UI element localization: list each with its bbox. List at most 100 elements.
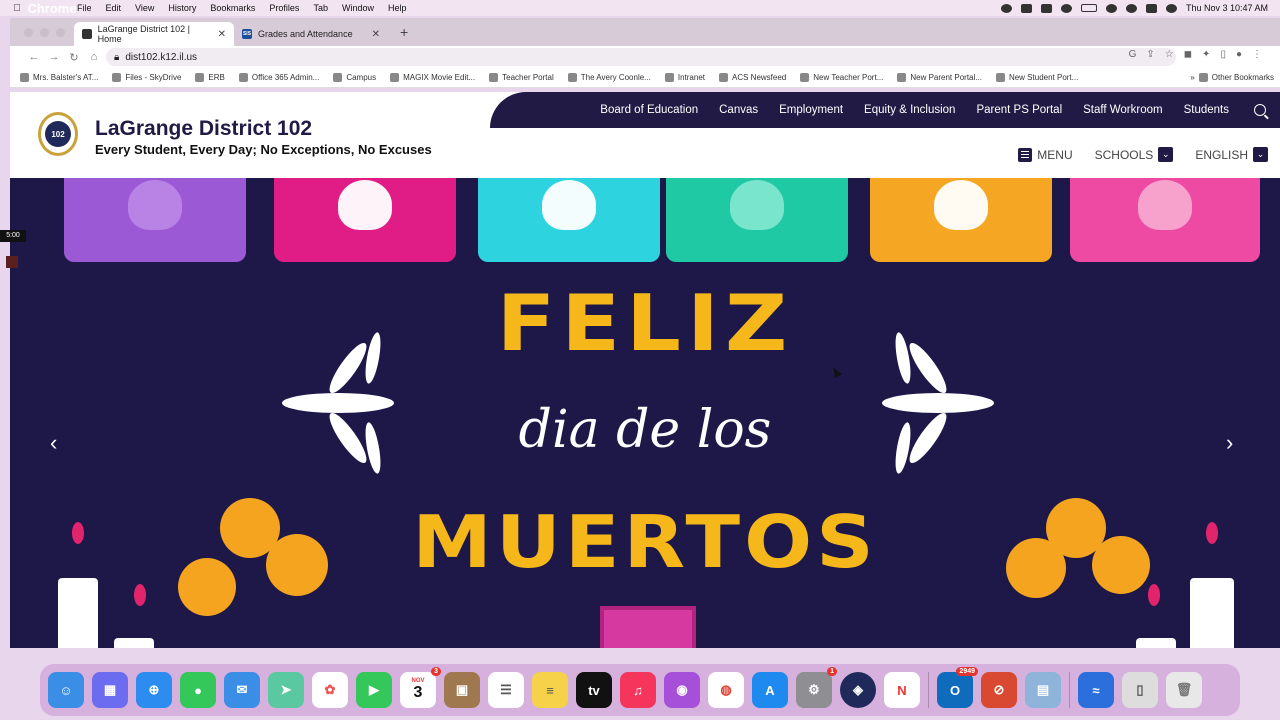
status-gear-icon[interactable]: [1000, 3, 1012, 13]
bookmark-item[interactable]: New Student Port...: [995, 73, 1078, 82]
system-preferences-icon[interactable]: ⚙ 1: [796, 667, 837, 708]
bookmark-item[interactable]: ERB: [195, 73, 225, 82]
new-tab-plus-icon[interactable]: +: [400, 24, 408, 40]
schools-dropdown[interactable]: SCHOOLS ⌄: [1095, 147, 1174, 162]
bookmark-item[interactable]: ACS Newsfeed: [719, 73, 786, 82]
menu-bookmarks[interactable]: Bookmarks: [203, 3, 262, 13]
more-menu-icon[interactable]: ⋮: [1252, 49, 1262, 60]
nav-board-of-education[interactable]: Board of Education: [600, 104, 698, 116]
menu-profiles[interactable]: Profiles: [262, 3, 306, 13]
wifi-icon[interactable]: [1105, 3, 1117, 13]
bookmark-item[interactable]: Files - SkyDrive: [112, 73, 181, 82]
bookmark-item[interactable]: Teacher Portal: [489, 73, 554, 82]
bookmark-star-icon[interactable]: ☆: [1165, 49, 1174, 60]
search-icon[interactable]: [1254, 104, 1266, 116]
menu-tab[interactable]: Tab: [306, 3, 335, 13]
preview-icon[interactable]: ▤: [1025, 672, 1061, 708]
menu-history[interactable]: History: [161, 3, 203, 13]
nav-employment[interactable]: Employment: [779, 104, 843, 116]
app-store-icon[interactable]: A: [752, 672, 788, 708]
downloads-folder-icon[interactable]: ≈: [1078, 672, 1114, 708]
back-arrow-icon[interactable]: ←: [24, 51, 44, 63]
other-bookmarks[interactable]: » Other Bookmarks: [1190, 73, 1280, 82]
bookmark-item[interactable]: New Teacher Port...: [800, 73, 883, 82]
minimize-window-button[interactable]: [40, 28, 49, 37]
tab-grades-attendance[interactable]: SIS Grades and Attendance ✕: [234, 22, 388, 46]
status-app-icon[interactable]: [1020, 3, 1032, 13]
documents-stack-icon[interactable]: ▯: [1122, 672, 1158, 708]
battery-icon[interactable]: [1080, 4, 1097, 12]
profile-avatar-icon[interactable]: ●: [1236, 49, 1242, 60]
launchpad-icon[interactable]: ▦: [92, 672, 128, 708]
outlook-icon[interactable]: O 2949: [937, 667, 978, 708]
bookmark-item[interactable]: New Parent Portal...: [897, 73, 982, 82]
close-tab-icon[interactable]: ✕: [218, 29, 226, 40]
zoom-window-button[interactable]: [56, 28, 65, 37]
stop-recording-icon[interactable]: [6, 256, 18, 268]
bookmark-item[interactable]: Mrs. Balster's AT...: [20, 73, 98, 82]
recording-timer[interactable]: 5:00: [0, 230, 26, 242]
status-drive-icon[interactable]: [1040, 3, 1052, 13]
menu-help[interactable]: Help: [381, 3, 414, 13]
menu-bar-clock[interactable]: Thu Nov 3 10:47 AM: [1186, 3, 1268, 13]
trash-icon[interactable]: 🗑︎: [1166, 672, 1202, 708]
puzzle-extensions-icon[interactable]: ✦: [1202, 49, 1210, 60]
nav-canvas[interactable]: Canvas: [719, 104, 758, 116]
google-icon[interactable]: G: [1129, 49, 1137, 60]
reminders-icon[interactable]: ☰: [488, 672, 524, 708]
calendar-icon[interactable]: NOV 3 3: [400, 667, 441, 708]
contacts-icon[interactable]: ▣: [444, 672, 480, 708]
maps-icon[interactable]: ➤: [268, 672, 304, 708]
menu-edit[interactable]: Edit: [99, 3, 129, 13]
podcasts-icon[interactable]: ◉: [664, 672, 700, 708]
control-center-icon[interactable]: [1145, 3, 1157, 13]
share-icon[interactable]: ⇪: [1146, 49, 1154, 60]
nav-students[interactable]: Students: [1184, 104, 1229, 116]
carousel-prev-arrow-icon[interactable]: ‹: [50, 430, 57, 456]
bookmark-item[interactable]: Campus: [333, 73, 376, 82]
remote-app-icon[interactable]: ⊘: [981, 672, 1017, 708]
facetime-icon[interactable]: ▶: [356, 672, 392, 708]
nav-parent-ps-portal[interactable]: Parent PS Portal: [976, 104, 1062, 116]
apple-tv-icon[interactable]: tv: [576, 672, 612, 708]
carousel-next-arrow-icon[interactable]: ›: [1226, 430, 1233, 456]
bookmark-item[interactable]: Office 365 Admin...: [238, 73, 319, 82]
language-dropdown[interactable]: ENGLISH ⌄: [1195, 147, 1268, 162]
notes-icon[interactable]: ≡: [532, 672, 568, 708]
reload-icon[interactable]: ↻: [64, 51, 84, 64]
menu-button[interactable]: MENU: [1018, 147, 1073, 162]
district-app-icon[interactable]: ◈: [840, 672, 876, 708]
nav-equity-inclusion[interactable]: Equity & Inclusion: [864, 104, 955, 116]
bookmark-item[interactable]: The Avery Coonle...: [567, 73, 651, 82]
close-window-button[interactable]: [24, 28, 33, 37]
spotlight-search-icon[interactable]: [1125, 3, 1137, 13]
news-icon[interactable]: N: [884, 672, 920, 708]
bookmark-item[interactable]: MAGIX Movie Edit...: [390, 73, 475, 82]
address-bar[interactable]: 🔒︎ dist102.k12.il.us: [106, 48, 1176, 66]
chrome-icon[interactable]: ◍: [708, 672, 744, 708]
menu-window[interactable]: Window: [335, 3, 381, 13]
tab-district-home[interactable]: LaGrange District 102 | Home ✕: [74, 22, 234, 46]
bookmark-item[interactable]: Intranet: [664, 73, 705, 82]
side-panel-icon[interactable]: ▯: [1220, 49, 1226, 60]
extension-icon[interactable]: ◼: [1184, 49, 1192, 60]
siri-icon[interactable]: [1165, 3, 1177, 13]
tab-title: LaGrange District 102 | Home: [97, 24, 190, 44]
district-logo[interactable]: 102: [38, 112, 78, 156]
close-tab-icon[interactable]: ✕: [372, 29, 380, 40]
forward-arrow-icon[interactable]: →: [44, 51, 64, 63]
finder-icon[interactable]: ☺: [48, 672, 84, 708]
site-title[interactable]: LaGrange District 102: [95, 117, 312, 141]
music-icon[interactable]: ♫: [620, 672, 656, 708]
overflow-chevron-icon[interactable]: »: [1190, 73, 1194, 82]
photos-icon[interactable]: ✿: [312, 672, 348, 708]
menu-view[interactable]: View: [128, 3, 161, 13]
papel-picado-flag: [1070, 178, 1260, 262]
nav-staff-workroom[interactable]: Staff Workroom: [1083, 104, 1162, 116]
mail-icon[interactable]: ✉: [224, 672, 260, 708]
home-icon[interactable]: ⌂: [84, 51, 104, 63]
safari-icon[interactable]: ⊕: [136, 672, 172, 708]
bookmark-favicon-icon: [333, 73, 343, 82]
bluetooth-icon[interactable]: [1060, 3, 1072, 13]
messages-icon[interactable]: ●: [180, 672, 216, 708]
